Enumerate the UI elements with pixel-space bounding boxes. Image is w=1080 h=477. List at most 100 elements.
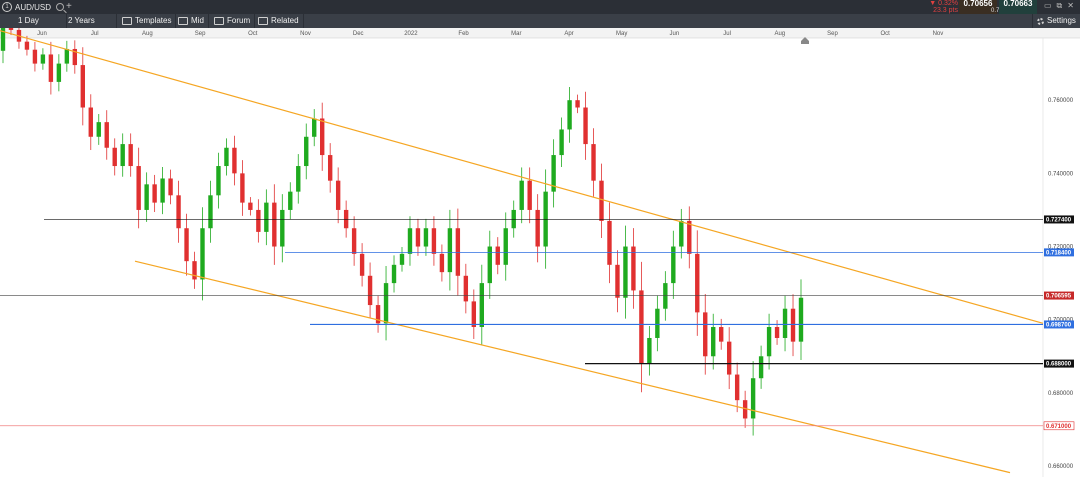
candle-70 bbox=[559, 129, 564, 156]
month-label-5: Nov bbox=[300, 31, 311, 37]
candle-14 bbox=[112, 147, 117, 167]
month-label-16: Oct bbox=[881, 31, 891, 37]
candle-80 bbox=[639, 290, 644, 364]
add-tab-icon[interactable]: + bbox=[66, 1, 72, 12]
candle-83 bbox=[663, 283, 668, 309]
search-icon[interactable] bbox=[56, 3, 65, 11]
range-button[interactable]: 2 Years bbox=[64, 14, 117, 28]
bid-price: 0.70656 bbox=[963, 0, 993, 8]
change-percent: ▼ 0.32% bbox=[929, 0, 958, 7]
candle-40 bbox=[320, 118, 325, 156]
month-label-14: Aug bbox=[774, 31, 785, 37]
symbol-selector[interactable]: 1 AUD/USD bbox=[2, 2, 65, 12]
related-button[interactable]: Related bbox=[254, 14, 304, 28]
candle-29 bbox=[232, 147, 237, 174]
y-tick-label-0: 0.760000 bbox=[1048, 98, 1074, 104]
timeframe-button[interactable]: 1 Day bbox=[14, 14, 67, 28]
candle-91 bbox=[726, 341, 732, 375]
candle-16 bbox=[128, 144, 133, 167]
candle-30 bbox=[240, 173, 245, 203]
candle-98 bbox=[782, 308, 788, 338]
templates-button[interactable]: Templates bbox=[118, 14, 177, 28]
candle-53 bbox=[423, 228, 429, 247]
candle-52 bbox=[415, 228, 421, 247]
mid-button[interactable]: Mid bbox=[174, 14, 209, 28]
candle-15 bbox=[120, 144, 125, 167]
price-change: ▼ 0.32% 23.3 pts bbox=[928, 0, 958, 14]
month-label-6: Dec bbox=[353, 31, 364, 37]
candle-42 bbox=[335, 180, 341, 210]
candle-65 bbox=[519, 180, 524, 210]
candle-100 bbox=[798, 297, 804, 342]
candle-3 bbox=[24, 41, 30, 50]
month-label-17: Nov bbox=[933, 31, 944, 37]
candle-37 bbox=[296, 166, 301, 192]
ask-price-button[interactable]: 0.70663 bbox=[999, 0, 1037, 14]
candle-45 bbox=[359, 253, 365, 276]
candle-24 bbox=[192, 261, 197, 280]
forum-button[interactable]: Forum bbox=[210, 14, 256, 28]
chart-toolbar: 1 Day 2 Years Templates Mid Forum Relate… bbox=[0, 14, 1080, 28]
candle-59 bbox=[471, 301, 477, 328]
month-label-11: May bbox=[616, 31, 627, 37]
candle-28 bbox=[224, 147, 229, 167]
candle-82 bbox=[655, 308, 660, 338]
candle-79 bbox=[631, 246, 636, 291]
month-label-1: Jul bbox=[91, 31, 99, 37]
templates-icon bbox=[122, 17, 132, 25]
candle-22 bbox=[176, 195, 181, 229]
candle-1 bbox=[8, 28, 14, 30]
channel-line-lower bbox=[134, 260, 1011, 474]
candle-66 bbox=[527, 180, 532, 210]
candle-44 bbox=[351, 228, 357, 254]
price-chart[interactable]: Jun Jul Aug Sep Oct Nov Dec 2022 Feb Mar Apr May Jun… bbox=[0, 28, 1080, 477]
y-tick-label-1: 0.740000 bbox=[1048, 171, 1074, 177]
candle-89 bbox=[711, 327, 716, 357]
mid-label: Mid bbox=[191, 16, 204, 25]
candle-36 bbox=[288, 191, 293, 210]
candle-51 bbox=[407, 228, 413, 254]
candle-35 bbox=[280, 209, 285, 247]
candle-50 bbox=[399, 253, 405, 265]
candle-34 bbox=[272, 202, 277, 247]
candle-8 bbox=[64, 48, 70, 64]
candle-21 bbox=[168, 178, 173, 196]
candle-7 bbox=[56, 63, 62, 82]
level-tag-label-black-thin: 0.727400 bbox=[1046, 217, 1072, 223]
window-controls[interactable]: ▭⧉✕ bbox=[1044, 1, 1079, 11]
candle-86 bbox=[687, 220, 692, 254]
settings-button[interactable]: Settings bbox=[1032, 14, 1080, 28]
candle-23 bbox=[184, 228, 189, 262]
month-label-10: Apr bbox=[564, 31, 573, 37]
channel-line-upper bbox=[0, 30, 1044, 324]
candle-39 bbox=[312, 118, 317, 137]
candle-13 bbox=[104, 122, 109, 148]
range-label: 2 Years bbox=[68, 16, 95, 25]
candle-88 bbox=[703, 312, 708, 357]
related-label: Related bbox=[271, 16, 299, 25]
month-label-4: Oct bbox=[248, 31, 258, 37]
candle-38 bbox=[304, 136, 309, 167]
candle-76 bbox=[607, 220, 612, 265]
candle-46 bbox=[367, 275, 373, 306]
candle-75 bbox=[599, 180, 604, 221]
y-tick-label-4: 0.680000 bbox=[1048, 391, 1074, 397]
candle-63 bbox=[503, 228, 508, 265]
month-label-15: Sep bbox=[827, 31, 838, 37]
candle-68 bbox=[543, 191, 548, 247]
related-icon bbox=[258, 17, 268, 25]
candle-87 bbox=[695, 253, 700, 313]
candle-31 bbox=[248, 202, 253, 210]
level-tag-label-current: 0.706595 bbox=[1046, 294, 1072, 300]
candle-18 bbox=[144, 184, 149, 210]
candle-54 bbox=[431, 228, 437, 254]
candle-78 bbox=[623, 246, 628, 298]
symbol-label: AUD/USD bbox=[15, 2, 52, 12]
candle-81 bbox=[647, 337, 652, 364]
candle-20 bbox=[160, 178, 165, 203]
candle-10 bbox=[80, 65, 85, 108]
candle-96 bbox=[766, 327, 772, 357]
candle-95 bbox=[758, 356, 764, 379]
candle-5 bbox=[40, 54, 46, 64]
candle-58 bbox=[463, 275, 469, 302]
